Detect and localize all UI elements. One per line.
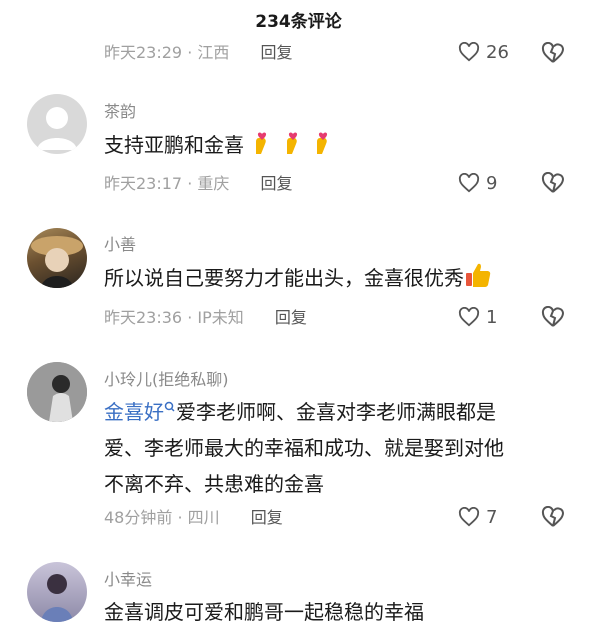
username[interactable]: 小善 xyxy=(104,231,136,255)
broken-heart-icon xyxy=(541,305,565,327)
comment-meta: 昨天23:17 · 重庆 回复 xyxy=(104,173,293,195)
comment-location: 重庆 xyxy=(197,174,230,193)
comment-count-title: 234条评论 xyxy=(255,12,342,32)
comment-time: 昨天23:29 xyxy=(104,43,183,62)
comment-time: 昨天23:17 xyxy=(104,174,183,193)
comment-item: 小幸运 金喜调皮可爱和鹏哥一起稳稳的幸福 xyxy=(0,560,597,640)
username[interactable]: 小幸运 xyxy=(104,566,152,590)
like-button[interactable]: 9 xyxy=(458,172,498,195)
comment-text: 金喜调皮可爱和鹏哥一起稳稳的幸福 xyxy=(104,594,574,630)
heart-outline-icon xyxy=(458,506,480,527)
finger-heart-icon xyxy=(281,130,305,167)
like-button[interactable]: 26 xyxy=(458,41,509,64)
search-icon xyxy=(164,401,175,412)
reply-button[interactable]: 回复 xyxy=(261,43,293,62)
comment-body-line: 爱李老师啊、金喜对李老师满眼都是 xyxy=(176,400,496,424)
dislike-button[interactable] xyxy=(541,171,565,198)
dislike-button[interactable] xyxy=(541,41,565,68)
broken-heart-icon xyxy=(541,171,565,193)
comment-item: 小善 所以说自己要努力才能出头，金喜很优秀 昨天23:36 · IP未知 回复 … xyxy=(0,225,597,345)
reply-button[interactable]: 回复 xyxy=(275,308,307,327)
comment-text: 支持亚鹏和金喜 xyxy=(104,127,574,167)
like-button[interactable]: 7 xyxy=(458,506,498,529)
finger-heart-icon xyxy=(311,130,335,167)
like-count: 1 xyxy=(486,307,498,328)
user-photo-icon xyxy=(31,236,83,288)
comment-meta: 48分钟前 · 四川 回复 xyxy=(104,507,283,529)
broken-heart-icon xyxy=(541,41,565,63)
comment-body: 支持亚鹏和金喜 xyxy=(104,133,244,157)
user-photo-icon xyxy=(41,574,73,622)
avatar[interactable] xyxy=(27,228,87,288)
heart-outline-icon xyxy=(458,306,480,327)
comment-location: 江西 xyxy=(197,43,230,62)
default-avatar-icon xyxy=(37,107,77,150)
heart-outline-icon xyxy=(458,172,480,193)
avatar[interactable] xyxy=(27,562,87,622)
heart-outline-icon xyxy=(458,41,480,62)
dislike-button[interactable] xyxy=(541,505,565,532)
comment-line: 金喜好 爱李老师啊、金喜对李老师满眼都是 xyxy=(104,394,574,430)
comment-time: 昨天23:36 xyxy=(104,308,183,327)
like-count: 9 xyxy=(486,173,498,194)
comment-location: IP未知 xyxy=(197,308,244,327)
broken-heart-icon xyxy=(541,505,565,527)
comment-body: 金喜调皮可爱和鹏哥一起稳稳的幸福 xyxy=(104,600,424,624)
mention-name: 金喜好 xyxy=(104,400,164,424)
meta-separator: · xyxy=(187,174,193,193)
comment-meta-row: 昨天23:29 · 江西 回复 26 xyxy=(0,36,597,66)
reply-button[interactable]: 回复 xyxy=(251,508,283,527)
meta-separator: · xyxy=(187,43,193,62)
comment-body: 所以说自己要努力才能出头，金喜很优秀 xyxy=(104,266,464,290)
meta-separator: · xyxy=(187,308,193,327)
finger-heart-icon xyxy=(250,130,274,167)
comment-item: 茶韵 支持亚鹏和金喜 昨天23:17 · 重庆 回复 9 xyxy=(0,90,597,210)
comment-location: 四川 xyxy=(187,508,220,527)
avatar[interactable] xyxy=(27,362,87,422)
username[interactable]: 茶韵 xyxy=(104,98,136,122)
dislike-button[interactable] xyxy=(541,305,565,332)
like-button[interactable]: 1 xyxy=(458,306,498,329)
username[interactable]: 小玲儿(拒绝私聊) xyxy=(104,366,229,390)
user-photo-icon xyxy=(27,362,87,422)
like-count: 26 xyxy=(486,42,509,63)
comment-body-line: 不离不弃、共患难的金喜 xyxy=(104,472,324,496)
thumbs-up-icon xyxy=(464,261,492,300)
comment-time: 48分钟前 xyxy=(104,508,173,527)
comment-body-line: 爱、李老师最大的幸福和成功、就是娶到对他 xyxy=(104,436,504,460)
comment-item: 小玲儿(拒绝私聊) 金喜好 爱李老师啊、金喜对李老师满眼都是 爱、李老师最大的幸福… xyxy=(0,360,597,540)
like-count: 7 xyxy=(486,507,498,528)
comment-text: 金喜好 爱李老师啊、金喜对李老师满眼都是 爱、李老师最大的幸福和成功、就是娶到对他… xyxy=(104,394,574,502)
reply-button[interactable]: 回复 xyxy=(261,174,293,193)
meta-separator: · xyxy=(177,508,183,527)
comment-meta: 昨天23:36 · IP未知 回复 xyxy=(104,307,307,329)
avatar[interactable] xyxy=(27,94,87,154)
comment-text: 所以说自己要努力才能出头，金喜很优秀 xyxy=(104,260,574,300)
comment-meta: 昨天23:29 · 江西 回复 xyxy=(104,42,293,64)
mention-link[interactable]: 金喜好 xyxy=(104,400,176,424)
